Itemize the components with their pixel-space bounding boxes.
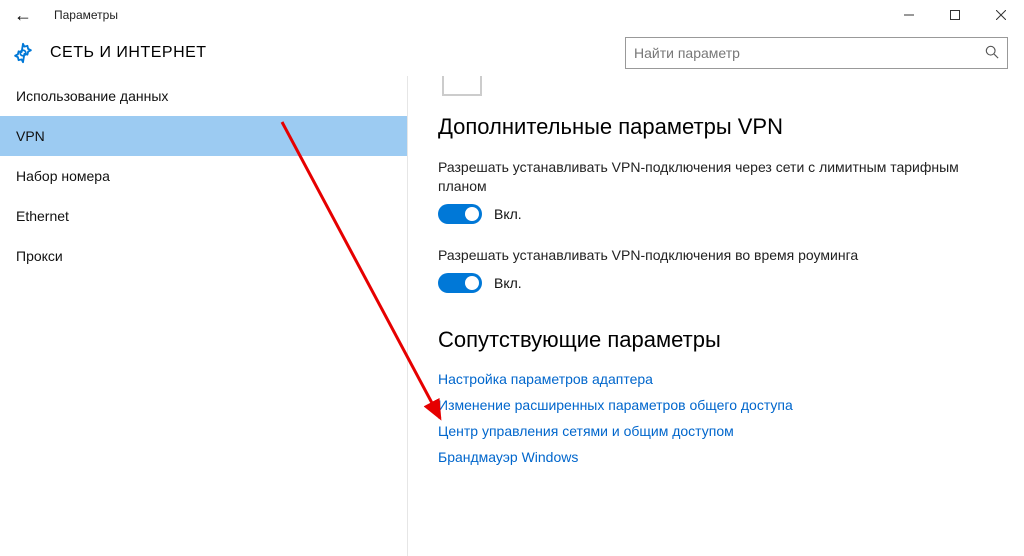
link-firewall[interactable]: Брандмауэр Windows	[438, 449, 1002, 465]
sidebar-item-data-usage[interactable]: Использование данных	[0, 76, 407, 116]
maximize-button[interactable]	[932, 0, 978, 30]
sidebar-item-ethernet[interactable]: Ethernet	[0, 196, 407, 236]
setting-roaming-state: Вкл.	[494, 275, 522, 291]
header: СЕТЬ И ИНТЕРНЕТ	[0, 30, 1024, 76]
add-vpn-truncated[interactable]	[442, 76, 482, 96]
page-title: СЕТЬ И ИНТЕРНЕТ	[50, 44, 207, 62]
link-advanced-sharing[interactable]: Изменение расширенных параметров общего …	[438, 397, 1002, 413]
close-button[interactable]	[978, 0, 1024, 30]
window-controls	[886, 0, 1024, 30]
body: Использование данных VPN Набор номера Et…	[0, 76, 1024, 556]
titlebar: ← Параметры	[0, 0, 1024, 30]
link-adapter-settings[interactable]: Настройка параметров адаптера	[438, 371, 1002, 387]
setting-roaming-toggle[interactable]	[438, 273, 482, 293]
search-box[interactable]	[625, 37, 1008, 69]
minimize-button[interactable]	[886, 0, 932, 30]
setting-roaming-toggle-row: Вкл.	[438, 273, 1002, 293]
sidebar-item-proxy[interactable]: Прокси	[0, 236, 407, 276]
setting-metered-toggle-row: Вкл.	[438, 204, 1002, 224]
header-left: СЕТЬ И ИНТЕРНЕТ	[12, 42, 207, 64]
sidebar: Использование данных VPN Набор номера Et…	[0, 76, 408, 556]
setting-roaming-desc: Разрешать устанавливать VPN-подключения …	[438, 246, 1002, 265]
related-title: Сопутствующие параметры	[438, 327, 1002, 353]
related-section: Сопутствующие параметры Настройка параме…	[438, 327, 1002, 465]
sidebar-item-dialup[interactable]: Набор номера	[0, 156, 407, 196]
sidebar-item-vpn[interactable]: VPN	[0, 116, 407, 156]
window-title: Параметры	[54, 8, 118, 22]
gear-icon	[12, 42, 34, 64]
advanced-vpn-title: Дополнительные параметры VPN	[438, 114, 1002, 140]
titlebar-left: ← Параметры	[10, 6, 118, 24]
back-button[interactable]: ←	[10, 6, 36, 24]
content: Дополнительные параметры VPN Разрешать у…	[408, 76, 1024, 556]
link-network-center[interactable]: Центр управления сетями и общим доступом	[438, 423, 1002, 439]
setting-metered-toggle[interactable]	[438, 204, 482, 224]
setting-metered-desc: Разрешать устанавливать VPN-подключения …	[438, 158, 1002, 196]
search-input[interactable]	[634, 45, 977, 61]
setting-metered: Разрешать устанавливать VPN-подключения …	[438, 158, 1002, 224]
setting-metered-state: Вкл.	[494, 206, 522, 222]
search-icon	[977, 45, 999, 62]
setting-roaming: Разрешать устанавливать VPN-подключения …	[438, 246, 1002, 293]
